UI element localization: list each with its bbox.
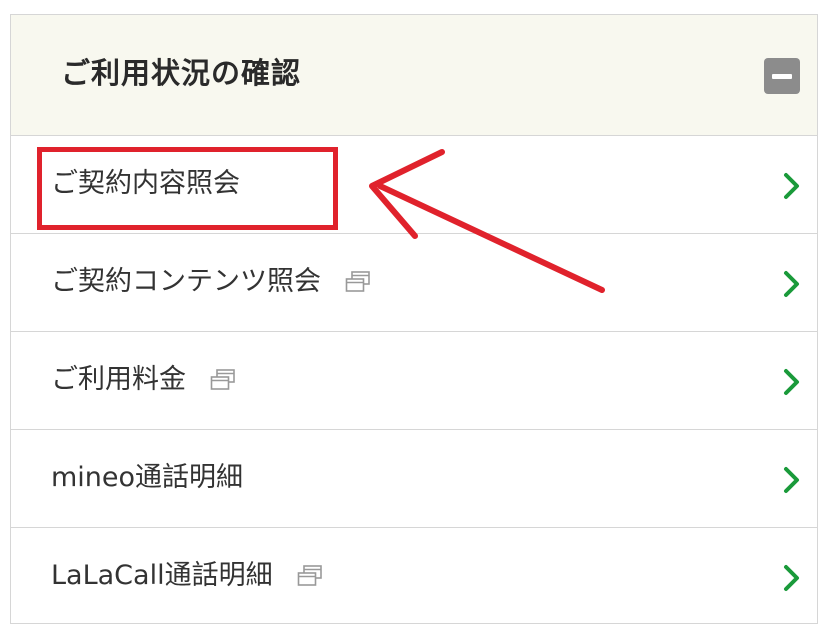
menu-item-label: ご契約コンテンツ照会 [51, 266, 321, 297]
menu-item-usage-fees[interactable]: ご利用料金 [11, 332, 817, 430]
panel-header[interactable]: ご利用状況の確認 [11, 15, 817, 136]
usage-status-panel: ご利用状況の確認 ご契約内容照会 ご契約コンテンツ照会 ご利用料金 mineo通… [10, 14, 818, 624]
chevron-right-icon [784, 369, 799, 395]
new-window-icon [210, 369, 236, 391]
collapse-button[interactable] [764, 58, 800, 94]
minus-icon [772, 73, 792, 79]
new-window-icon [345, 271, 371, 293]
menu-item-mineo-call-details[interactable]: mineo通話明細 [11, 430, 817, 528]
chevron-right-icon [784, 467, 799, 493]
menu-item-label: mineo通話明細 [51, 462, 244, 493]
menu-item-label: ご契約内容照会 [51, 168, 240, 199]
chevron-right-icon [784, 565, 799, 591]
chevron-right-icon [784, 271, 799, 297]
chevron-right-icon [784, 173, 799, 199]
menu-item-label: LaLaCall通話明細 [51, 560, 273, 591]
menu-item-label: ご利用料金 [51, 364, 186, 395]
new-window-icon [297, 565, 323, 587]
panel-title: ご利用状況の確認 [61, 56, 302, 90]
menu-item-lalacall-call-details[interactable]: LaLaCall通話明細 [11, 528, 817, 626]
menu-item-contract-contents[interactable]: ご契約コンテンツ照会 [11, 234, 817, 332]
menu-item-contract-details[interactable]: ご契約内容照会 [11, 136, 817, 234]
